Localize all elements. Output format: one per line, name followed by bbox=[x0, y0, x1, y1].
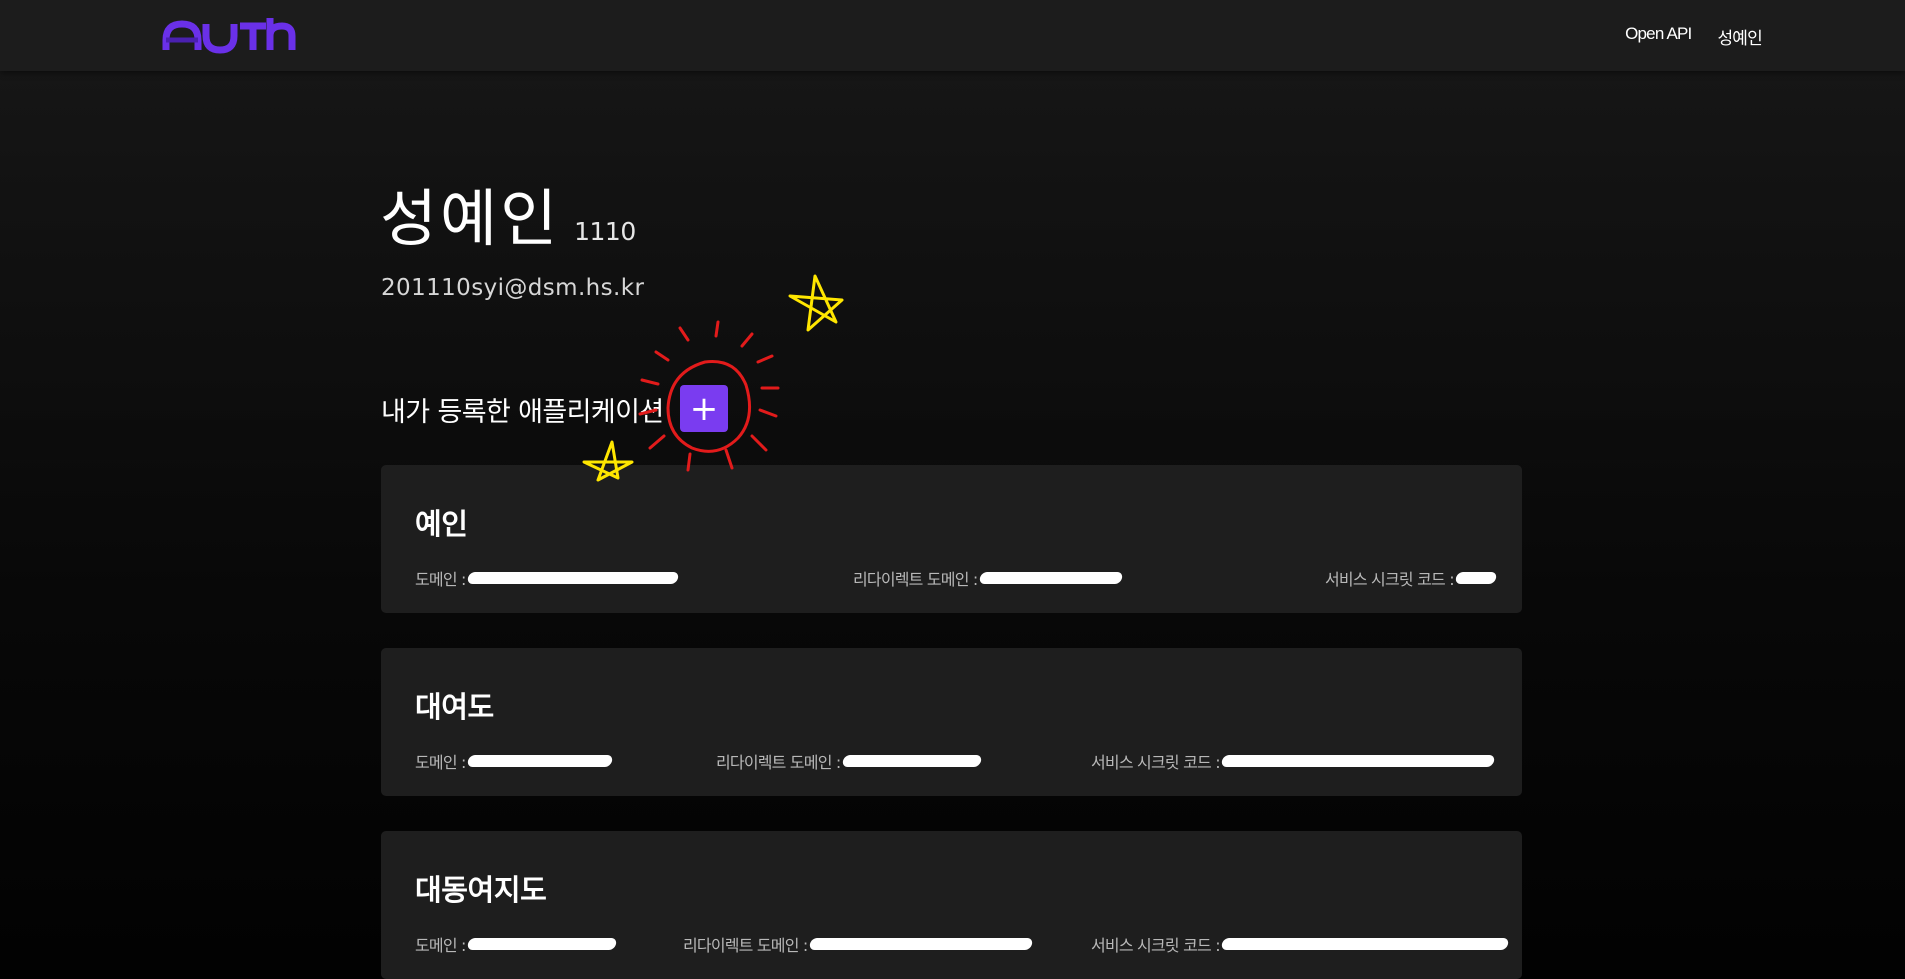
profile-name: 성예인 bbox=[380, 182, 561, 255]
profile-heading: 성예인 1110 bbox=[380, 168, 636, 258]
application-card[interactable]: 예인 도메인 : 리다이렉트 도메인 : 서비스 시크릿 코드 : bbox=[381, 465, 1522, 613]
domain-label: 도메인 : bbox=[415, 570, 466, 589]
redacted-redirect-domain bbox=[841, 755, 982, 767]
application-name: 예인 bbox=[415, 507, 468, 541]
application-name: 대동여지도 bbox=[415, 873, 547, 907]
top-navigation-bar: Open API 성예인 bbox=[0, 0, 1905, 71]
secret-code-field: 서비스 시크릿 코드 : bbox=[1325, 566, 1498, 590]
domain-field: 도메인 : bbox=[415, 932, 617, 956]
redacted-secret-code bbox=[1220, 755, 1496, 767]
redirect-domain-field: 리다이렉트 도메인 : bbox=[853, 566, 1123, 590]
domain-label: 도메인 : bbox=[415, 753, 466, 772]
redirect-domain-label: 리다이렉트 도메인 : bbox=[716, 753, 841, 772]
redacted-domain bbox=[466, 572, 679, 584]
domain-field: 도메인 : bbox=[415, 566, 679, 590]
secret-code-field: 서비스 시크릿 코드 : bbox=[1091, 932, 1510, 956]
redacted-secret-code bbox=[1454, 572, 1498, 584]
auth-logo[interactable] bbox=[162, 12, 296, 56]
secret-code-label: 서비스 시크릿 코드 : bbox=[1091, 936, 1221, 955]
profile-email: 201110syi@dsm.hs.kr bbox=[381, 275, 645, 301]
section-title: 내가 등록한 애플리케이션 bbox=[381, 397, 664, 428]
application-card[interactable]: 대동여지도 도메인 : 리다이렉트 도메인 : 서비스 시크릿 코드 : bbox=[381, 831, 1522, 979]
nav-user-link[interactable]: 성예인 bbox=[1717, 24, 1762, 49]
redacted-redirect-domain bbox=[808, 938, 1033, 950]
domain-field: 도메인 : bbox=[415, 749, 613, 773]
redirect-domain-field: 리다이렉트 도메인 : bbox=[716, 749, 982, 773]
redacted-redirect-domain bbox=[978, 572, 1123, 584]
secret-code-label: 서비스 시크릿 코드 : bbox=[1325, 570, 1455, 589]
redacted-domain bbox=[466, 755, 613, 767]
nav-open-api-link[interactable]: Open API bbox=[1625, 24, 1692, 49]
redirect-domain-label: 리다이렉트 도메인 : bbox=[683, 936, 808, 955]
domain-label: 도메인 : bbox=[415, 936, 466, 955]
application-name: 대여도 bbox=[415, 690, 494, 724]
redacted-secret-code bbox=[1220, 938, 1510, 950]
top-nav: Open API 성예인 bbox=[1625, 24, 1763, 49]
add-application-button[interactable]: + bbox=[680, 385, 728, 432]
redirect-domain-field: 리다이렉트 도메인 : bbox=[683, 932, 1033, 956]
redirect-domain-label: 리다이렉트 도메인 : bbox=[853, 570, 978, 589]
profile-number: 1110 bbox=[574, 217, 636, 246]
secret-code-label: 서비스 시크릿 코드 : bbox=[1091, 753, 1221, 772]
secret-code-field: 서비스 시크릿 코드 : bbox=[1091, 749, 1496, 773]
redacted-domain bbox=[466, 938, 617, 950]
application-card[interactable]: 대여도 도메인 : 리다이렉트 도메인 : 서비스 시크릿 코드 : bbox=[381, 648, 1522, 796]
